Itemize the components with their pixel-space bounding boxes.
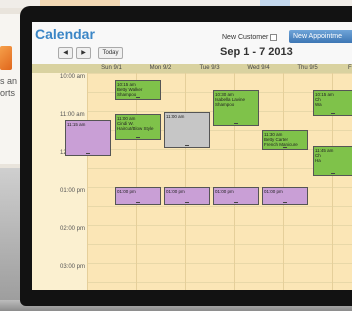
time-label: 03:00 pm <box>60 264 86 270</box>
grid-row-line <box>87 73 352 74</box>
resize-handle[interactable] <box>136 202 140 203</box>
grid-col-line <box>87 73 88 290</box>
appointment-block[interactable]: 11:15 am <box>65 120 111 156</box>
background-text: s an <box>0 76 18 86</box>
appointment-block[interactable]: 01:00 pm <box>164 187 210 205</box>
appointment-text: 01:00 pm <box>166 189 185 194</box>
time-label: 01:00 pm <box>60 188 86 194</box>
appointment-block[interactable]: 10:15 am Ch Wa <box>313 90 352 116</box>
appointment-block[interactable]: 01:00 pm <box>115 187 161 205</box>
new-customer-label: New Customer <box>222 34 269 41</box>
day-header: Tue 9/3 <box>199 65 220 71</box>
resize-handle[interactable] <box>86 153 90 154</box>
appointment-block[interactable]: 11:00 am Cindi W. Haircut/Blow Style <box>115 114 161 140</box>
day-header: Thu 9/5 <box>297 65 318 71</box>
date-range: Sep 1 - 7 2013 <box>220 46 293 58</box>
appointment-block[interactable]: 10:30 am Isabella Lavine Shampoo <box>213 90 259 126</box>
appointment-block[interactable]: 01:00 pm <box>213 187 259 205</box>
grid-row-line <box>87 206 352 207</box>
appointment-text: 11:15 am <box>67 122 86 127</box>
appointment-block[interactable]: 10:15 am Betty Walker Shampoo <box>115 80 161 100</box>
calendar-grid: Sun 9/1 Mon 9/2 Tue 9/3 Wed 9/4 Thu 9/5 Fri 9… <box>32 64 352 290</box>
resize-handle[interactable] <box>234 202 238 203</box>
resize-handle[interactable] <box>185 145 189 146</box>
resize-handle[interactable] <box>136 137 140 138</box>
prev-week-button[interactable]: ◀ <box>58 47 73 59</box>
app-icon <box>0 46 12 70</box>
day-header: Wed 9/4 <box>247 65 270 71</box>
appointment-text: Shampoo <box>215 102 235 107</box>
time-label: 11:00 am <box>60 112 85 118</box>
day-header: Fri 9/6 <box>347 65 352 71</box>
grid-row-line <box>87 263 352 264</box>
time-column <box>32 73 87 290</box>
appointment-block[interactable]: 11:45 am Ch Ha <box>313 146 352 176</box>
background-panel: s an orts <box>0 14 22 164</box>
next-week-button[interactable]: ▶ <box>76 47 91 59</box>
resize-handle[interactable] <box>331 113 335 114</box>
new-customer-checkbox[interactable] <box>270 34 278 41</box>
resize-handle[interactable] <box>185 202 189 203</box>
appointment-block[interactable]: 01:00 pm <box>262 187 308 205</box>
grid-col-line <box>283 73 284 290</box>
background-text: orts <box>0 88 16 98</box>
grid-row-line <box>87 225 352 226</box>
grid-row-line <box>87 282 352 283</box>
today-button[interactable]: Today <box>98 47 123 59</box>
day-header: Mon 9/2 <box>149 65 172 71</box>
appointment-text: Wa <box>315 102 322 107</box>
appointment-text: Haircut/Blow Style <box>117 126 154 131</box>
appointment-text: 01:00 pm <box>215 189 234 194</box>
appointment-text: Ha <box>315 158 321 163</box>
new-customer-toggle[interactable]: New Customer <box>222 34 278 41</box>
resize-handle[interactable] <box>331 173 335 174</box>
day-header: Sun 9/1 <box>101 65 122 71</box>
app-screen: Calendar New Customer New Appointme ◀ ▶ … <box>32 22 352 290</box>
appointment-block[interactable]: 11:00 am <box>164 112 210 148</box>
grid-col-line <box>185 73 186 290</box>
resize-handle[interactable] <box>283 202 287 203</box>
time-label: 02:00 pm <box>60 226 86 232</box>
appointment-text: 01:00 pm <box>117 189 136 194</box>
grid-row-line <box>87 244 352 245</box>
appointment-text: 01:00 pm <box>264 189 283 194</box>
appointment-text: 11:00 am <box>166 114 185 119</box>
grid-col-line <box>136 73 137 290</box>
resize-handle[interactable] <box>136 97 140 98</box>
new-appointment-button[interactable]: New Appointme <box>289 30 352 43</box>
resize-handle[interactable] <box>234 123 238 124</box>
appointment-block[interactable]: 11:30 am Betty Carter French Manicure <box>262 130 308 150</box>
resize-handle[interactable] <box>283 147 287 148</box>
time-label: 10:00 am <box>60 74 86 80</box>
page-title: Calendar <box>35 26 95 42</box>
